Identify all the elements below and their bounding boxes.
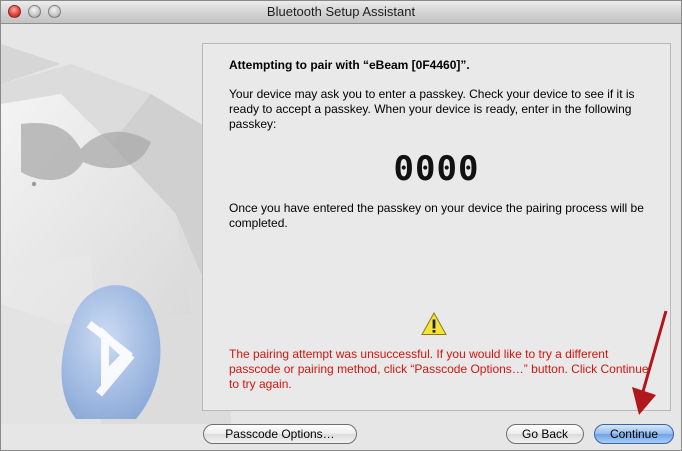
warning-triangle-icon [421, 312, 447, 335]
passkey-instructions: Your device may ask you to enter a passk… [229, 87, 635, 131]
pairing-completion-note: Once you have entered the passkey on you… [229, 201, 644, 230]
window-title: Bluetooth Setup Assistant [266, 4, 416, 19]
setup-assistant-window: Bluetooth Setup Assistant Attempting to … [0, 0, 682, 451]
pairing-error-message: The pairing attempt was unsuccessful. If… [229, 347, 649, 391]
passkey-code: 0000 [393, 149, 480, 189]
go-back-button[interactable]: Go Back [506, 424, 584, 444]
passcode-options-button[interactable]: Passcode Options… [203, 424, 357, 444]
title-bar[interactable]: Bluetooth Setup Assistant [1, 1, 681, 24]
continue-button[interactable]: Continue [594, 424, 674, 444]
pairing-status-panel: Attempting to pair with “eBeam [0F4460]”… [202, 43, 671, 411]
pairing-title: Attempting to pair with “eBeam [0F4460]”… [229, 58, 470, 72]
